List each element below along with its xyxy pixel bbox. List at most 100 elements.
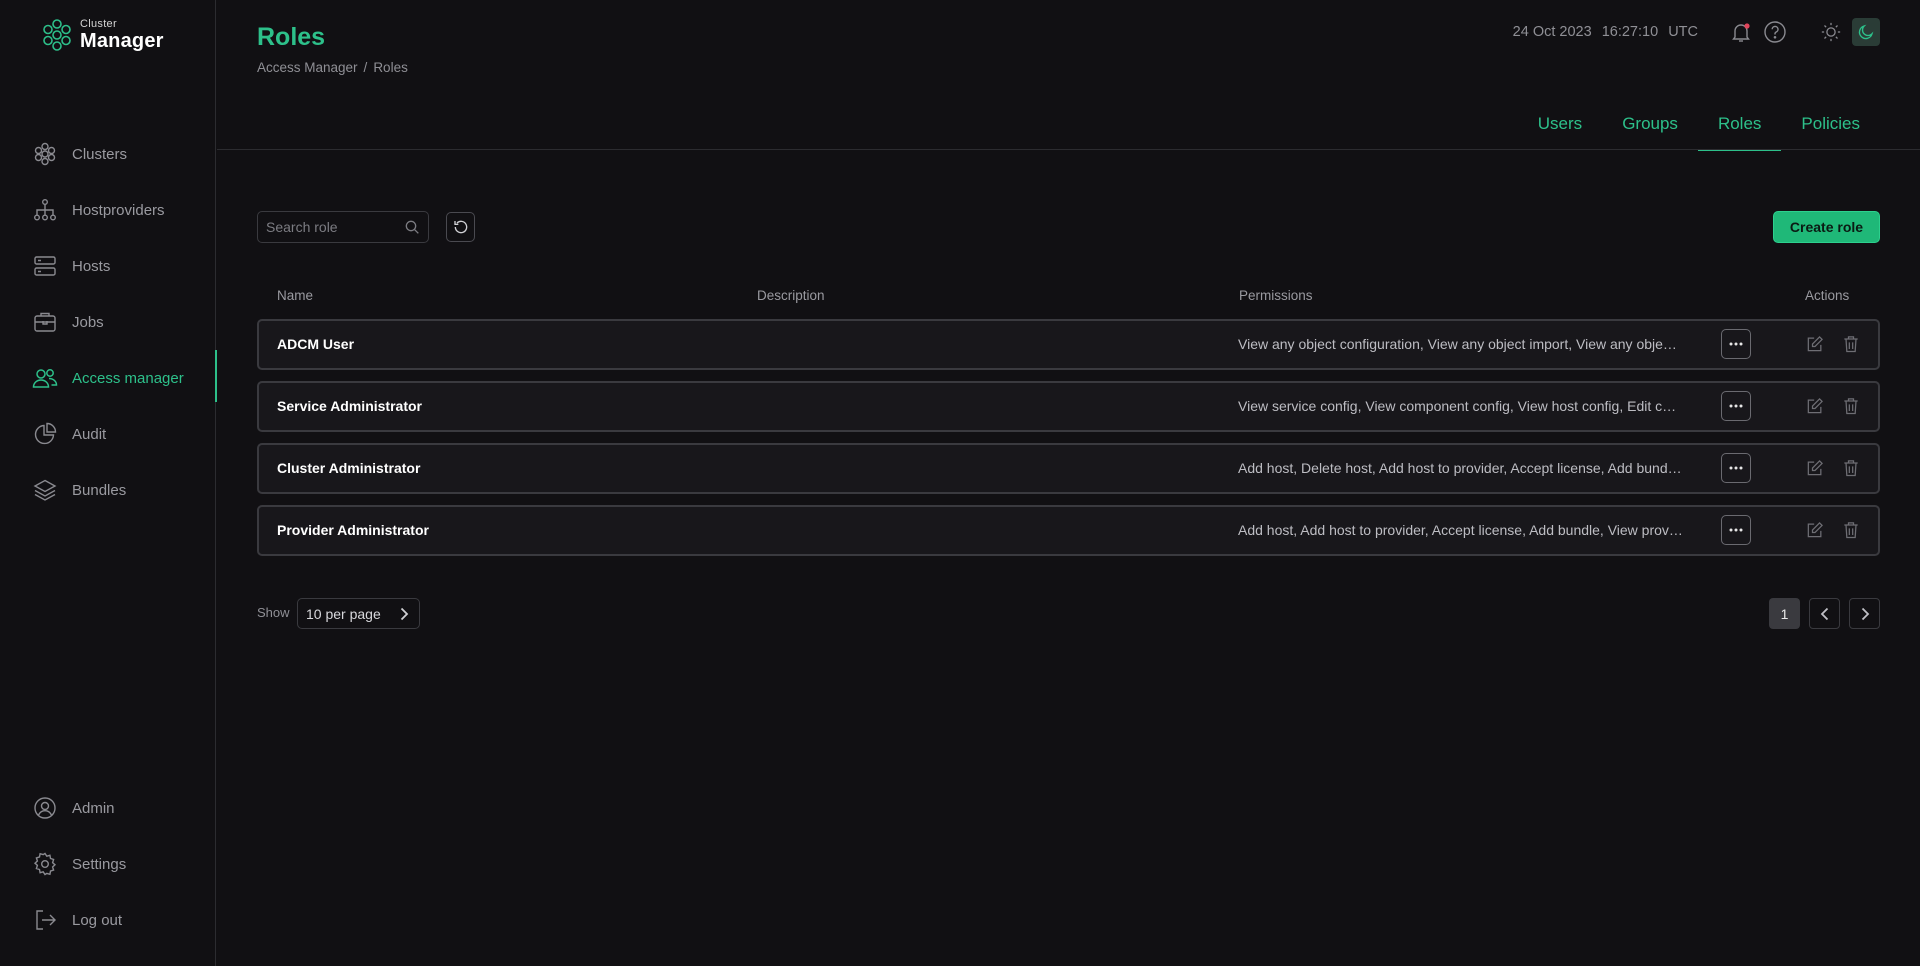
tab-roles[interactable]: Roles bbox=[1697, 104, 1782, 151]
header-controls: 24 Oct 2023 16:27:10 UTC bbox=[1513, 18, 1880, 46]
column-header-actions: Actions bbox=[1805, 288, 1850, 303]
trash-icon[interactable] bbox=[1841, 396, 1861, 416]
search-box bbox=[257, 211, 429, 243]
breadcrumb-current: Roles bbox=[373, 60, 408, 75]
next-page-button[interactable] bbox=[1849, 598, 1880, 629]
logo[interactable]: Cluster Manager bbox=[40, 18, 164, 52]
sidebar-item-logout[interactable]: Log out bbox=[0, 892, 216, 948]
trash-icon[interactable] bbox=[1841, 458, 1861, 478]
pie-chart-icon bbox=[32, 421, 58, 447]
logout-icon bbox=[32, 907, 58, 933]
tab-policies[interactable]: Policies bbox=[1781, 104, 1880, 151]
tab-users[interactable]: Users bbox=[1518, 104, 1602, 151]
ellipsis-icon bbox=[1729, 528, 1743, 532]
role-permissions: Add host, Add host to provider, Accept l… bbox=[1238, 522, 1683, 538]
sidebar-item-admin[interactable]: Admin bbox=[0, 780, 216, 836]
role-permissions: Add host, Delete host, Add host to provi… bbox=[1238, 460, 1683, 476]
sidebar-item-label: Clusters bbox=[72, 145, 128, 163]
column-header-name[interactable]: Name bbox=[277, 288, 313, 303]
user-circle-icon bbox=[32, 795, 58, 821]
date-text: 24 Oct 2023 bbox=[1512, 24, 1592, 40]
tab-groups[interactable]: Groups bbox=[1602, 104, 1698, 151]
previous-page-button[interactable] bbox=[1809, 598, 1840, 629]
bell-icon[interactable] bbox=[1728, 19, 1754, 45]
tabs-divider bbox=[217, 149, 1920, 150]
role-name: Cluster Administrator bbox=[277, 460, 421, 476]
sidebar-item-settings[interactable]: Settings bbox=[0, 836, 216, 892]
chevron-right-icon bbox=[1861, 607, 1869, 620]
table-row[interactable]: Cluster Administrator Add host, Delete h… bbox=[257, 443, 1880, 494]
tabs: Users Groups Roles Policies bbox=[1518, 104, 1880, 151]
per-page-value: 10 per page bbox=[306, 605, 381, 622]
help-icon[interactable] bbox=[1762, 19, 1788, 45]
timezone-text: UTC bbox=[1668, 24, 1698, 40]
breadcrumb-link-access-manager[interactable]: Access Manager bbox=[257, 60, 358, 75]
sidebar-nav: Clusters Hostproviders Hosts Jobs Access… bbox=[0, 126, 217, 518]
refresh-icon bbox=[453, 220, 467, 234]
refresh-button[interactable] bbox=[446, 212, 475, 242]
sidebar-item-clusters[interactable]: Clusters bbox=[0, 126, 216, 182]
server-icon bbox=[32, 253, 58, 279]
role-name: Service Administrator bbox=[277, 398, 422, 414]
sidebar-item-bundles[interactable]: Bundles bbox=[0, 462, 216, 518]
hierarchy-icon bbox=[32, 197, 58, 223]
role-name: Provider Administrator bbox=[277, 522, 429, 538]
table-row[interactable]: Provider Administrator Add host, Add hos… bbox=[257, 505, 1880, 556]
edit-icon[interactable] bbox=[1805, 520, 1825, 540]
users-icon bbox=[32, 365, 58, 391]
column-header-description[interactable]: Description bbox=[757, 288, 825, 303]
table-header: Name Description Permissions Actions bbox=[257, 288, 1880, 308]
show-label: Show bbox=[257, 605, 290, 620]
sidebar: Cluster Manager Clusters Hostproviders H… bbox=[0, 0, 217, 966]
sidebar-item-label: Bundles bbox=[72, 481, 127, 499]
page-number-current[interactable]: 1 bbox=[1769, 598, 1800, 629]
moon-icon[interactable] bbox=[1852, 18, 1880, 46]
sidebar-item-hostproviders[interactable]: Hostproviders bbox=[0, 182, 216, 238]
table-body: ADCM User View any object configuration,… bbox=[257, 319, 1880, 567]
sidebar-item-jobs[interactable]: Jobs bbox=[0, 294, 216, 350]
per-page-select[interactable]: 10 per page bbox=[297, 598, 420, 629]
more-button[interactable] bbox=[1721, 391, 1751, 421]
sidebar-item-hosts[interactable]: Hosts bbox=[0, 238, 216, 294]
clusters-icon bbox=[32, 141, 58, 167]
table-row[interactable]: ADCM User View any object configuration,… bbox=[257, 319, 1880, 370]
edit-icon[interactable] bbox=[1805, 334, 1825, 354]
role-name: ADCM User bbox=[277, 336, 355, 352]
datetime: 24 Oct 2023 16:27:10 UTC bbox=[1513, 24, 1704, 40]
ellipsis-icon bbox=[1729, 342, 1743, 346]
time-text: 16:27:10 bbox=[1601, 24, 1659, 40]
sidebar-item-audit[interactable]: Audit bbox=[0, 406, 216, 462]
more-button[interactable] bbox=[1721, 329, 1751, 359]
sidebar-item-label: Log out bbox=[72, 911, 123, 929]
sidebar-item-access-manager[interactable]: Access manager bbox=[0, 350, 217, 406]
chevron-left-icon bbox=[1820, 607, 1828, 620]
ellipsis-icon bbox=[1729, 466, 1743, 470]
column-header-permissions[interactable]: Permissions bbox=[1239, 288, 1313, 303]
layers-icon bbox=[32, 477, 58, 503]
trash-icon[interactable] bbox=[1841, 520, 1861, 540]
more-button[interactable] bbox=[1721, 515, 1751, 545]
search-input[interactable] bbox=[266, 219, 396, 235]
logo-big-text: Manager bbox=[80, 30, 164, 52]
breadcrumb: Access Manager / Roles bbox=[257, 60, 408, 75]
gear-icon bbox=[32, 851, 58, 877]
sun-icon[interactable] bbox=[1818, 19, 1844, 45]
app-root: Cluster Manager Clusters Hostproviders H… bbox=[0, 0, 1920, 966]
sidebar-bottom-nav: Admin Settings Log out bbox=[0, 780, 216, 948]
briefcase-icon bbox=[32, 309, 58, 335]
sidebar-item-label: Hosts bbox=[72, 257, 111, 275]
edit-icon[interactable] bbox=[1805, 458, 1825, 478]
create-role-button[interactable]: Create role bbox=[1773, 211, 1880, 243]
more-button[interactable] bbox=[1721, 453, 1751, 483]
search-icon[interactable] bbox=[404, 219, 420, 235]
sidebar-item-label: Access manager bbox=[72, 369, 184, 387]
breadcrumb-separator: / bbox=[363, 60, 368, 75]
table-row[interactable]: Service Administrator View service confi… bbox=[257, 381, 1880, 432]
page-title: Roles bbox=[257, 23, 326, 51]
sidebar-item-label: Hostproviders bbox=[72, 201, 165, 219]
ellipsis-icon bbox=[1729, 404, 1743, 408]
edit-icon[interactable] bbox=[1805, 396, 1825, 416]
sidebar-item-label: Admin bbox=[72, 799, 115, 817]
logo-small-text: Cluster bbox=[80, 18, 117, 30]
trash-icon[interactable] bbox=[1841, 334, 1861, 354]
